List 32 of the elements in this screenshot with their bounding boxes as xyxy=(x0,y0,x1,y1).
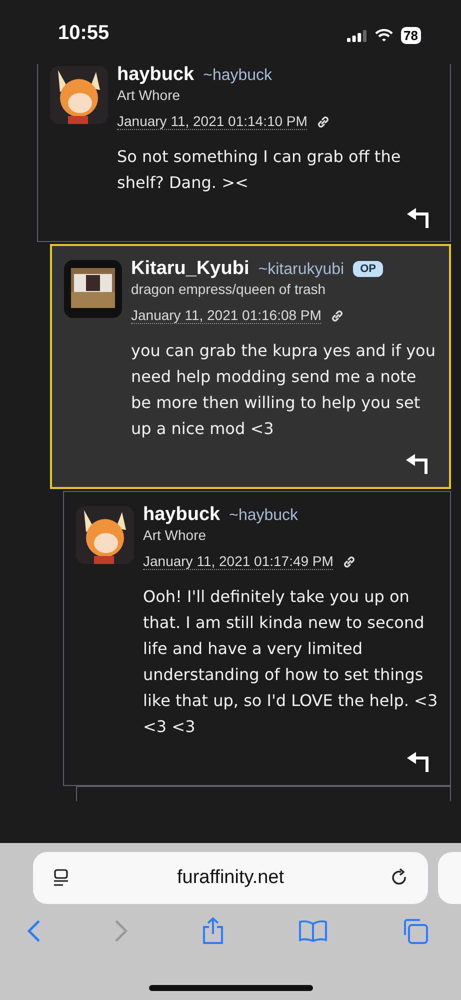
user-title: Art Whore xyxy=(117,87,182,103)
page-menu-icon xyxy=(51,868,71,888)
signal-icon xyxy=(346,30,367,42)
tab-card-edge xyxy=(438,852,461,904)
comment-timestamp: January 11, 2021 01:14:10 PM xyxy=(117,113,308,130)
user-name-link[interactable]: haybuck xyxy=(117,64,194,86)
username-link[interactable]: ~kitarukyubi xyxy=(258,261,344,279)
comment-text: you can grab the kupra yes and if you need help modding send me a note be more then willing to help you set up a nice mod <3 xyxy=(131,340,436,440)
reply-icon[interactable] xyxy=(406,752,430,772)
cartoon-fox-avatar xyxy=(50,66,108,124)
link-icon[interactable] xyxy=(330,308,344,322)
clock-time: 10:55 xyxy=(58,22,110,45)
username-link[interactable]: ~haybuck xyxy=(203,67,272,85)
user-name-link[interactable]: Kitaru_Kyubi xyxy=(131,258,250,280)
cartoon-fox-avatar xyxy=(76,506,134,564)
link-icon[interactable] xyxy=(342,554,356,568)
reply-icon[interactable] xyxy=(405,454,429,474)
user-title: dragon empress/queen of trash xyxy=(131,281,327,297)
wifi-icon xyxy=(374,29,393,42)
address-bar[interactable]: furaffinity.net xyxy=(33,852,428,904)
reply-icon[interactable] xyxy=(406,208,430,228)
user-name-link[interactable]: haybuck xyxy=(143,504,220,526)
comment-text: So not something I can grab off the shelf? Dang. >< xyxy=(117,146,402,194)
op-badge: OP xyxy=(353,261,383,277)
comment-timestamp: January 11, 2021 01:17:49 PM xyxy=(143,553,334,570)
wooden-booth-avatar xyxy=(64,260,122,318)
link-icon[interactable] xyxy=(316,114,330,128)
comment-text: Ooh! I'll definitely take you up on that. I am still kinda new to second life and have a very limited understanding of how to set things like that up, so I'd LOVE the help. <3 <3 <3 xyxy=(143,586,438,738)
user-title: Art Whore xyxy=(143,527,208,543)
battery-indicator: 78 xyxy=(400,27,421,44)
username-link[interactable]: ~haybuck xyxy=(229,507,298,525)
comment-timestamp: January 11, 2021 01:16:08 PM xyxy=(131,307,322,324)
